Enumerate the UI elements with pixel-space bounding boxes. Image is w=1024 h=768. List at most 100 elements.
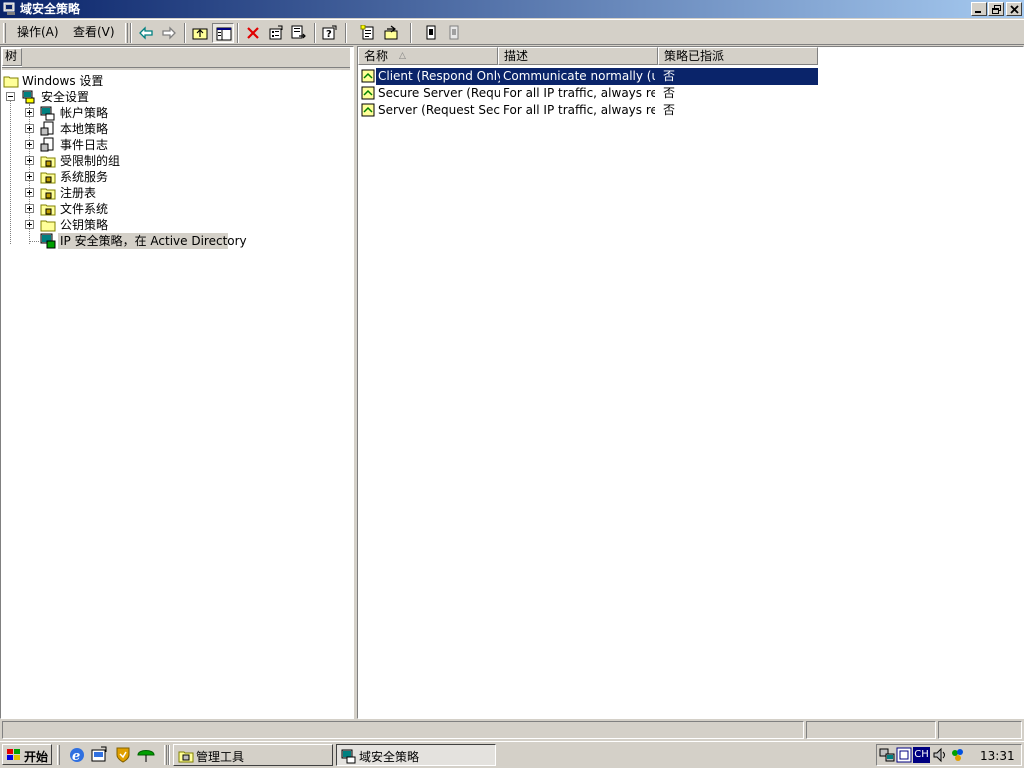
language-indicator[interactable]: CH [913,747,930,763]
up-level-button[interactable] [189,23,211,43]
folder-icon [3,73,19,89]
ip-policy-icon [360,68,376,84]
minimize-icon [975,11,981,13]
start-button[interactable]: 开始 [2,744,52,765]
messenger-icon[interactable] [950,747,966,766]
policy-app-icon [341,748,357,767]
internet-explorer-icon[interactable]: e [68,746,86,764]
list-row[interactable]: Client (Respond Only) Communicate normal… [358,68,1018,85]
column-header-label: 描述 [504,49,529,63]
task-button-admin-tools[interactable]: 管理工具 [173,744,333,766]
expand-toggle[interactable] [25,140,34,149]
toolbar-separator [184,23,186,43]
show-desktop-icon[interactable] [90,746,108,764]
column-header-name[interactable]: 名称 △ [358,47,498,65]
column-header-description[interactable]: 描述 [498,47,658,65]
taskbar-grip[interactable] [164,745,167,765]
expand-toggle[interactable] [25,124,34,133]
tab-tree[interactable]: 树 [2,48,22,66]
cell-assigned: 否 [663,86,676,100]
delete-button[interactable] [242,23,264,43]
tree-node-system-services[interactable]: 系统服务 [40,169,240,185]
back-button[interactable] [135,23,157,43]
column-header-assigned[interactable]: 策略已指派 [658,47,818,65]
list-row[interactable]: Server (Request Secu… For all IP traffic… [358,102,1018,119]
taskbar-separator [168,745,170,765]
locked-folder-icon [40,169,56,185]
tree-node-label: 受限制的组 [60,154,121,168]
tree-node-local-policies[interactable]: 本地策略 [40,121,240,137]
assign-icon [426,25,436,40]
start-label: 开始 [24,750,49,764]
forward-button[interactable] [158,23,180,43]
list-row[interactable]: Secure Server (Requir… For all IP traffi… [358,85,1018,102]
cell-name: Client (Respond Only) [378,69,500,83]
expand-toggle[interactable] [25,108,34,117]
expand-toggle[interactable] [25,204,34,213]
locked-folder-icon [40,201,56,217]
umbrella-app-icon[interactable] [137,746,155,764]
tree-node-label: 安全设置 [41,90,90,104]
locked-folder-icon [40,185,56,201]
status-panel-main [2,721,804,739]
tree-node-windows-settings[interactable]: Windows 设置 [3,73,203,89]
column-header-label: 名称 [364,49,389,63]
cell-assigned: 否 [663,103,676,117]
task-button-domain-security-policy[interactable]: 域安全策略 [336,744,496,766]
restore-button[interactable] [988,2,1004,16]
volume-icon[interactable] [932,747,948,766]
manage-filters-icon [384,25,398,40]
title-bar[interactable]: 域安全策略 [0,0,1024,18]
assign-policy-button[interactable] [420,23,442,43]
tree-node-restricted-groups[interactable]: 受限制的组 [40,153,240,169]
expand-toggle[interactable] [25,220,34,229]
show-hide-tree-icon [216,27,232,41]
toolbar-separator [345,23,347,43]
expand-toggle[interactable] [25,172,34,181]
tree-node-file-system[interactable]: 文件系统 [40,201,240,217]
tree-node-ip-security-policies[interactable]: IP 安全策略，在 Active Directory [40,233,247,249]
export-list-icon [291,25,306,39]
cell-assigned: 否 [663,69,676,83]
input-method-icon[interactable] [896,747,912,766]
status-panel-2 [806,721,936,739]
menu-view[interactable]: 查看(V) [70,25,118,39]
help-button[interactable]: ? [319,23,341,43]
minimize-button[interactable] [971,2,987,16]
unassign-policy-button[interactable] [443,23,465,43]
expand-toggle[interactable] [25,156,34,165]
policy-app-icon[interactable] [3,2,17,16]
tree-node-registry[interactable]: 注册表 [40,185,240,201]
expand-toggle[interactable] [25,188,34,197]
taskbar-grip[interactable] [57,745,60,765]
ip-policy-icon [360,102,376,118]
clock[interactable]: 13:31 [980,749,1015,763]
tree-node-account-policies[interactable]: 帐户策略 [40,105,240,121]
manage-filters-button[interactable] [380,23,402,43]
network-icon[interactable] [879,747,895,766]
properties-button[interactable] [265,23,287,43]
create-ip-policy-button[interactable] [357,23,379,43]
export-list-button[interactable] [288,23,310,43]
cell-description: For all IP traffic, always req… [503,86,655,100]
show-hide-tree-button[interactable] [212,23,234,43]
toolbar-grip[interactable] [125,23,128,43]
create-policy-icon [360,25,374,40]
tree-node-public-key-policies[interactable]: 公钥策略 [40,217,240,233]
tree-node-label: 注册表 [60,186,97,200]
tree-node-label: 文件系统 [60,202,109,216]
tree-node-event-log[interactable]: 事件日志 [40,137,240,153]
event-log-icon [40,137,56,153]
menu-action[interactable]: 操作(A) [14,25,62,39]
security-shield-icon[interactable] [114,746,132,764]
back-arrow-icon [139,26,153,40]
toolbar-separator [237,23,239,43]
tree-node-security-settings[interactable]: 安全设置 [21,89,221,105]
windows-logo-icon [6,748,22,765]
tree-node-label: IP 安全策略，在 Active Directory [60,234,247,248]
close-button[interactable] [1006,2,1022,16]
list-pane[interactable] [357,46,1024,719]
menu-grip[interactable] [3,23,6,43]
collapse-toggle[interactable] [6,92,15,101]
up-folder-icon [192,28,208,40]
